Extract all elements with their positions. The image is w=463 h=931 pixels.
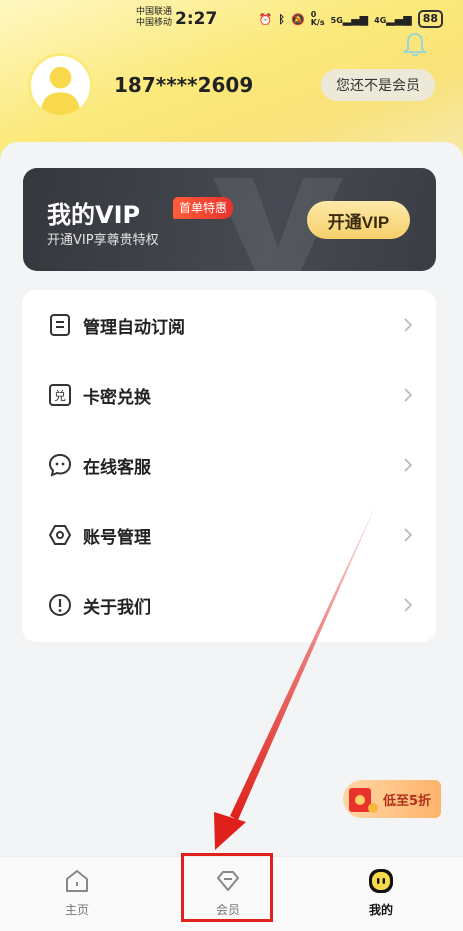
status-icons: ⏰ ᛒ 🔕 0 K/s 5G▂▄▆ 4G▂▄▆ 88 [259,10,443,28]
vip-title: 我的VIP [47,201,141,229]
home-icon [66,870,88,892]
menu-label: 在线客服 [83,457,151,478]
hexagon-icon [48,525,72,545]
vip-card[interactable]: 我的VIP 首单特惠 开通VIP享尊贵特权 开通VIP [23,168,436,271]
battery-indicator: 88 [417,10,443,28]
mute-icon: 🔕 [291,12,305,26]
chevron-right-icon [404,528,413,542]
svg-text:兑: 兑 [54,389,66,403]
diamond-icon [217,871,239,891]
chat-icon [48,453,72,477]
bell-icon[interactable] [400,30,430,60]
signal-4g: 4G▂▄▆ [374,12,412,26]
menu-label: 账号管理 [83,527,151,548]
tab-mine[interactable]: 我的 [341,857,421,931]
redeem-icon: 兑 [49,384,71,406]
status-bar: 中国联通 中国移动 2:27 ⏰ ᛒ 🔕 0 K/s 5G▂▄▆ 4G▂▄▆ 88 [0,0,463,36]
tab-member[interactable]: 会员 [188,857,268,931]
default-avatar-icon [40,66,81,115]
chevron-right-icon [404,458,413,472]
tab-label: 主页 [64,903,89,917]
chevron-right-icon [404,388,413,402]
vip-subtitle: 开通VIP享尊贵特权 [47,233,159,248]
signal-5g-label: 5G [330,15,343,25]
signal-5g: 5G▂▄▆ [330,12,369,26]
chevron-right-icon [404,598,413,612]
promo-label: 低至5折 [383,794,432,809]
carrier-1: 中国联通 [136,7,173,17]
bottom-tab-bar: 主页 会员 我的 [0,856,463,931]
list-icon [50,314,70,336]
menu-list: 管理自动订阅 兑 卡密兑换 在线客服 账号管理 关于我们 [22,290,436,642]
menu-item-about-us[interactable]: 关于我们 [22,570,436,640]
status-time: 2:27 [175,9,218,29]
user-phone: 187****2609 [114,73,254,97]
info-icon [49,594,71,616]
avatar[interactable] [28,53,93,118]
member-status-badge[interactable]: 您还不是会员 [321,69,435,101]
carrier-info: 中国联通 中国移动 [136,7,172,29]
menu-item-auto-subscribe[interactable]: 管理自动订阅 [22,290,436,360]
discount-promo-button[interactable]: 低至5折 [343,780,441,818]
tab-label: 会员 [215,903,240,917]
mine-face-icon [369,869,393,893]
chevron-right-icon [404,318,413,332]
tab-home[interactable]: 主页 [37,857,117,931]
menu-label: 管理自动订阅 [83,317,185,338]
menu-item-online-support[interactable]: 在线客服 [22,430,436,500]
tab-label: 我的 [368,903,393,917]
menu-label: 关于我们 [83,597,151,618]
carrier-2: 中国移动 [136,18,173,28]
alarm-icon: ⏰ [258,12,273,26]
net-speed: 0 K/s [310,10,325,27]
menu-item-card-redeem[interactable]: 兑 卡密兑换 [22,360,436,430]
red-envelope-icon [349,788,378,813]
first-order-tag: 首单特惠 [173,197,234,219]
signal-4g-label: 4G [374,15,387,25]
menu-item-account-management[interactable]: 账号管理 [22,500,436,570]
bluetooth-icon: ᛒ [278,12,286,26]
open-vip-button[interactable]: 开通VIP [307,201,410,239]
menu-label: 卡密兑换 [83,387,151,408]
